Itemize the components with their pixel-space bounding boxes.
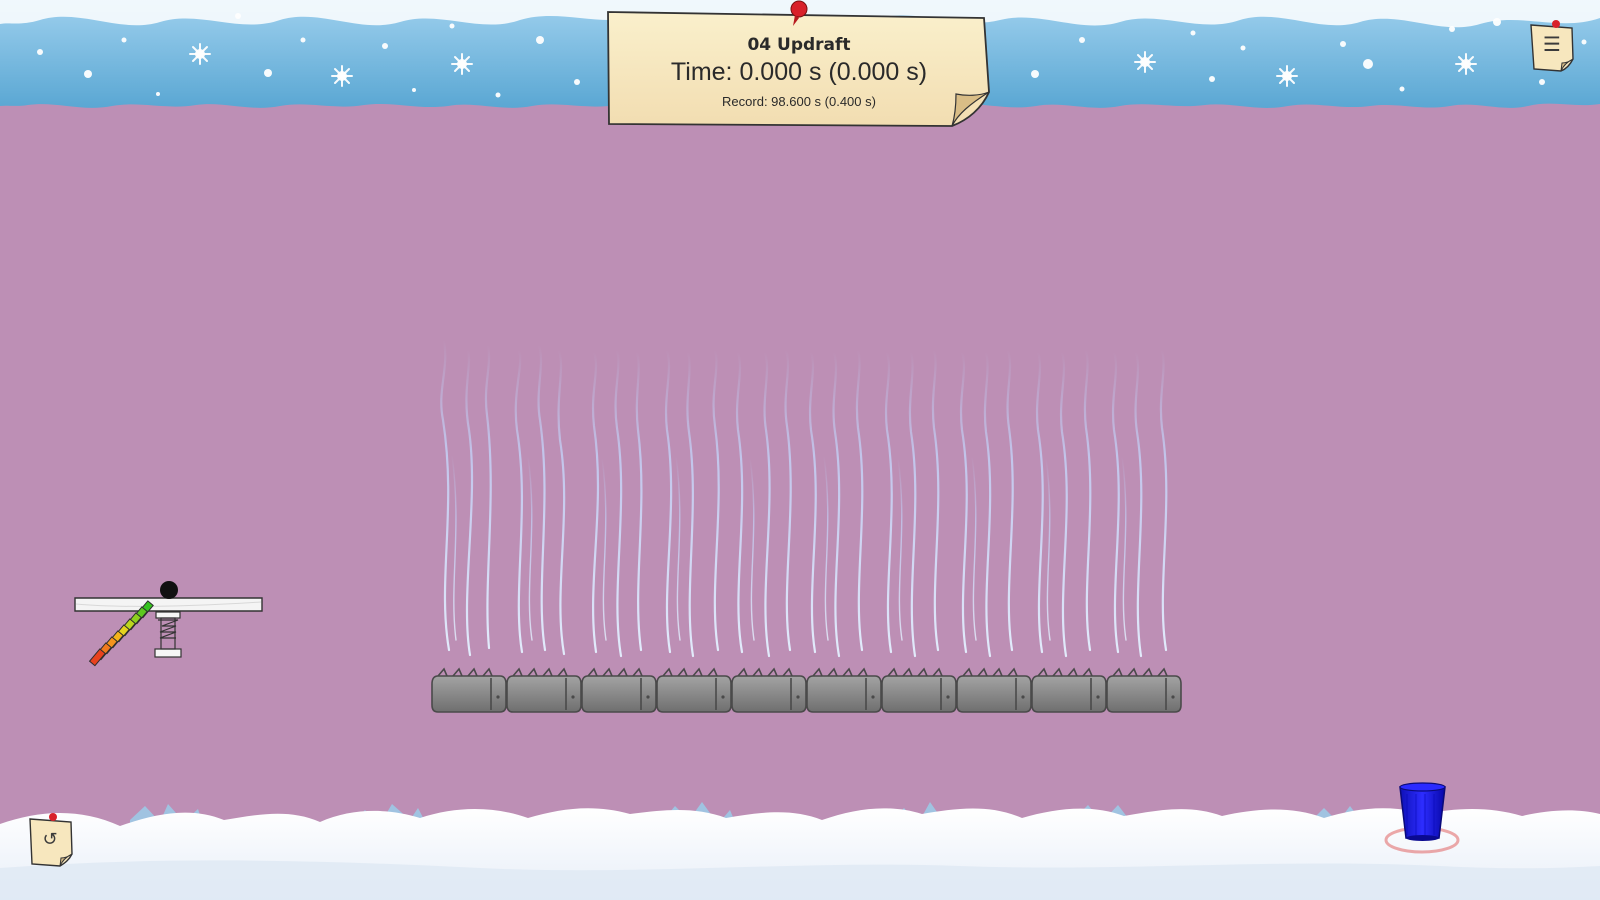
fan <box>431 667 507 713</box>
fan <box>1106 667 1182 713</box>
fan <box>731 667 807 713</box>
timer-display: Time: 0.000 s (0.000 s) <box>670 58 928 86</box>
game-elements <box>74 338 1182 713</box>
fan-row <box>431 667 1182 713</box>
game-stage: 04 Updraft Time: 0.000 s (0.000 s) Recor… <box>0 0 1600 900</box>
reset-button[interactable]: ↺ <box>26 812 76 868</box>
fan <box>956 667 1032 713</box>
fan <box>1031 667 1107 713</box>
menu-button[interactable]: ☰ <box>1528 20 1576 74</box>
play-area <box>0 0 1600 900</box>
fan <box>806 667 882 713</box>
record-display: Record: 98.600 s (0.400 s) <box>722 94 876 109</box>
fan <box>506 667 582 713</box>
fan <box>656 667 732 713</box>
spring-icon <box>154 611 182 658</box>
level-title: 04 Updraft <box>747 35 851 55</box>
pushpin-icon <box>790 0 808 26</box>
reset-icon: ↺ <box>42 829 58 850</box>
bucket-goal[interactable] <box>1380 782 1464 854</box>
updraft-air-streams <box>440 338 1168 658</box>
fan <box>881 667 957 713</box>
menu-icon: ☰ <box>1543 32 1561 56</box>
ball-icon[interactable] <box>160 581 178 599</box>
level-info-note: 04 Updraft Time: 0.000 s (0.000 s) Recor… <box>606 0 992 128</box>
bucket-icon <box>1384 782 1460 854</box>
fan <box>581 667 657 713</box>
